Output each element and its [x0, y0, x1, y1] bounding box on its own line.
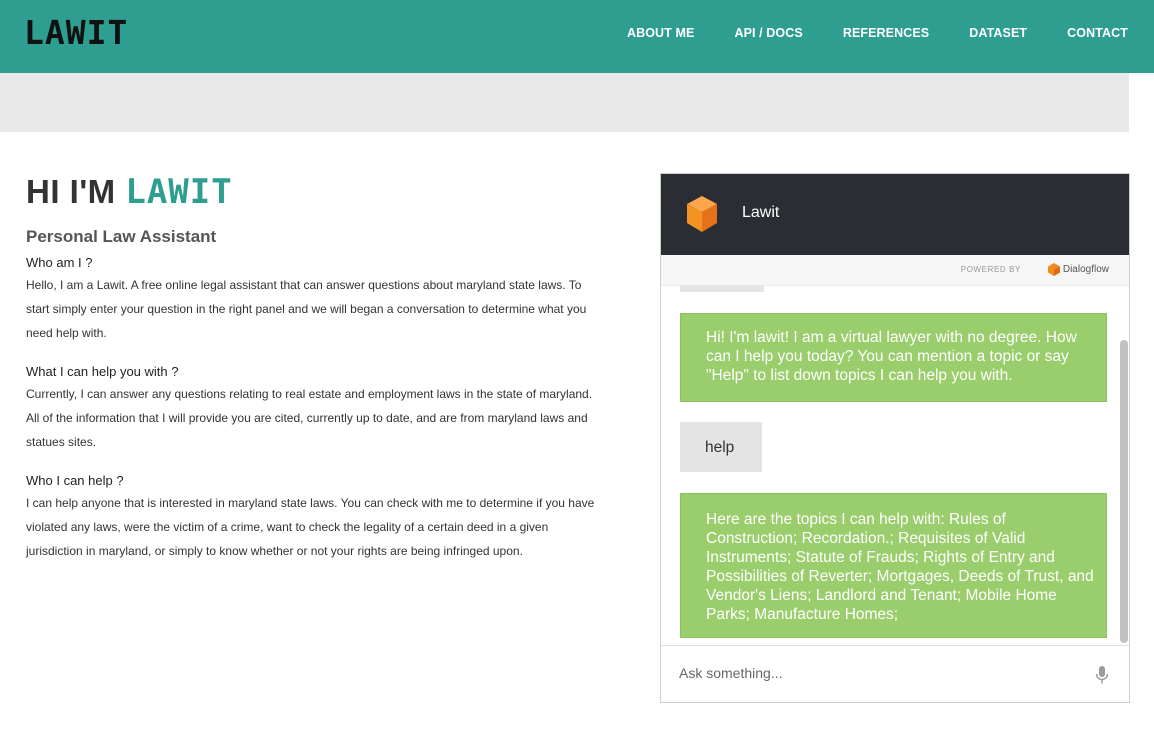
chat-message-bot: Hi! I'm lawit! I am a virtual lawyer wit…	[680, 313, 1107, 402]
chat-message-text: help	[705, 439, 735, 456]
chat-input[interactable]	[677, 664, 1061, 682]
chat-message-partial	[680, 285, 764, 292]
section-what-i-can-help: What I can help you with ? Currently, I …	[26, 364, 596, 454]
chat-widget: Lawit POWERED BY Dialogflow Hi! I'm lawi…	[660, 173, 1130, 703]
top-navbar: LAWIT ABOUT ME API / DOCS REFERENCES DAT…	[0, 0, 1154, 73]
scrollbar-thumb[interactable]	[1120, 340, 1128, 643]
mic-icon[interactable]	[1095, 666, 1109, 684]
nav-about-me[interactable]: ABOUT ME	[627, 25, 694, 41]
hero-prefix: HI I'M	[26, 173, 126, 210]
chat-message-bot: Here are the topics I can help with: Rul…	[680, 493, 1107, 638]
chat-header: Lawit	[661, 174, 1129, 255]
section-question: Who am I ?	[26, 255, 93, 270]
site-logo[interactable]: LAWIT	[24, 14, 128, 52]
nav-references[interactable]: REFERENCES	[843, 25, 929, 41]
main-nav: ABOUT ME API / DOCS REFERENCES DATASET C…	[587, 25, 1128, 41]
cube-icon	[687, 196, 717, 232]
banner	[0, 73, 1129, 132]
powered-by-bar: POWERED BY Dialogflow	[661, 255, 1129, 286]
chat-title: Lawit	[742, 204, 780, 221]
section-who-i-can-help: Who I can help ? I can help anyone that …	[26, 473, 596, 563]
hero-brand: LAWIT	[125, 172, 233, 212]
chat-message-text: Here are the topics I can help with: Rul…	[706, 511, 1094, 623]
section-answer: Currently, I can answer any questions re…	[26, 387, 593, 449]
page-title: HI I'M LAWIT	[26, 170, 596, 214]
section-who-am-i: Who am I ? Hello, I am a Lawit. A free o…	[26, 255, 596, 345]
dialogflow-icon	[1047, 263, 1060, 276]
chat-message-text: Hi! I'm lawit! I am a virtual lawyer wit…	[706, 329, 1077, 384]
nav-contact[interactable]: CONTACT	[1067, 25, 1128, 41]
section-question: What I can help you with ?	[26, 364, 179, 379]
chat-scrollbar[interactable]	[1120, 300, 1128, 644]
section-question: Who I can help ?	[26, 473, 124, 488]
page-subtitle: Personal Law Assistant	[26, 227, 217, 246]
chat-input-bar	[661, 645, 1129, 702]
chat-messages: Hi! I'm lawit! I am a virtual lawyer wit…	[661, 285, 1115, 645]
intro-section: HI I'M LAWIT Personal Law Assistant Who …	[26, 170, 596, 563]
nav-api-docs[interactable]: API / DOCS	[734, 25, 802, 41]
dialogflow-logo[interactable]: Dialogflow	[1047, 263, 1109, 276]
nav-dataset[interactable]: DATASET	[969, 25, 1027, 41]
dialogflow-label: Dialogflow	[1062, 263, 1109, 275]
section-answer: Hello, I am a Lawit. A free online legal…	[26, 278, 587, 340]
chat-message-user: help	[680, 422, 762, 472]
section-answer: I can help anyone that is interested in …	[26, 496, 595, 558]
powered-by-label: POWERED BY	[960, 265, 1021, 274]
